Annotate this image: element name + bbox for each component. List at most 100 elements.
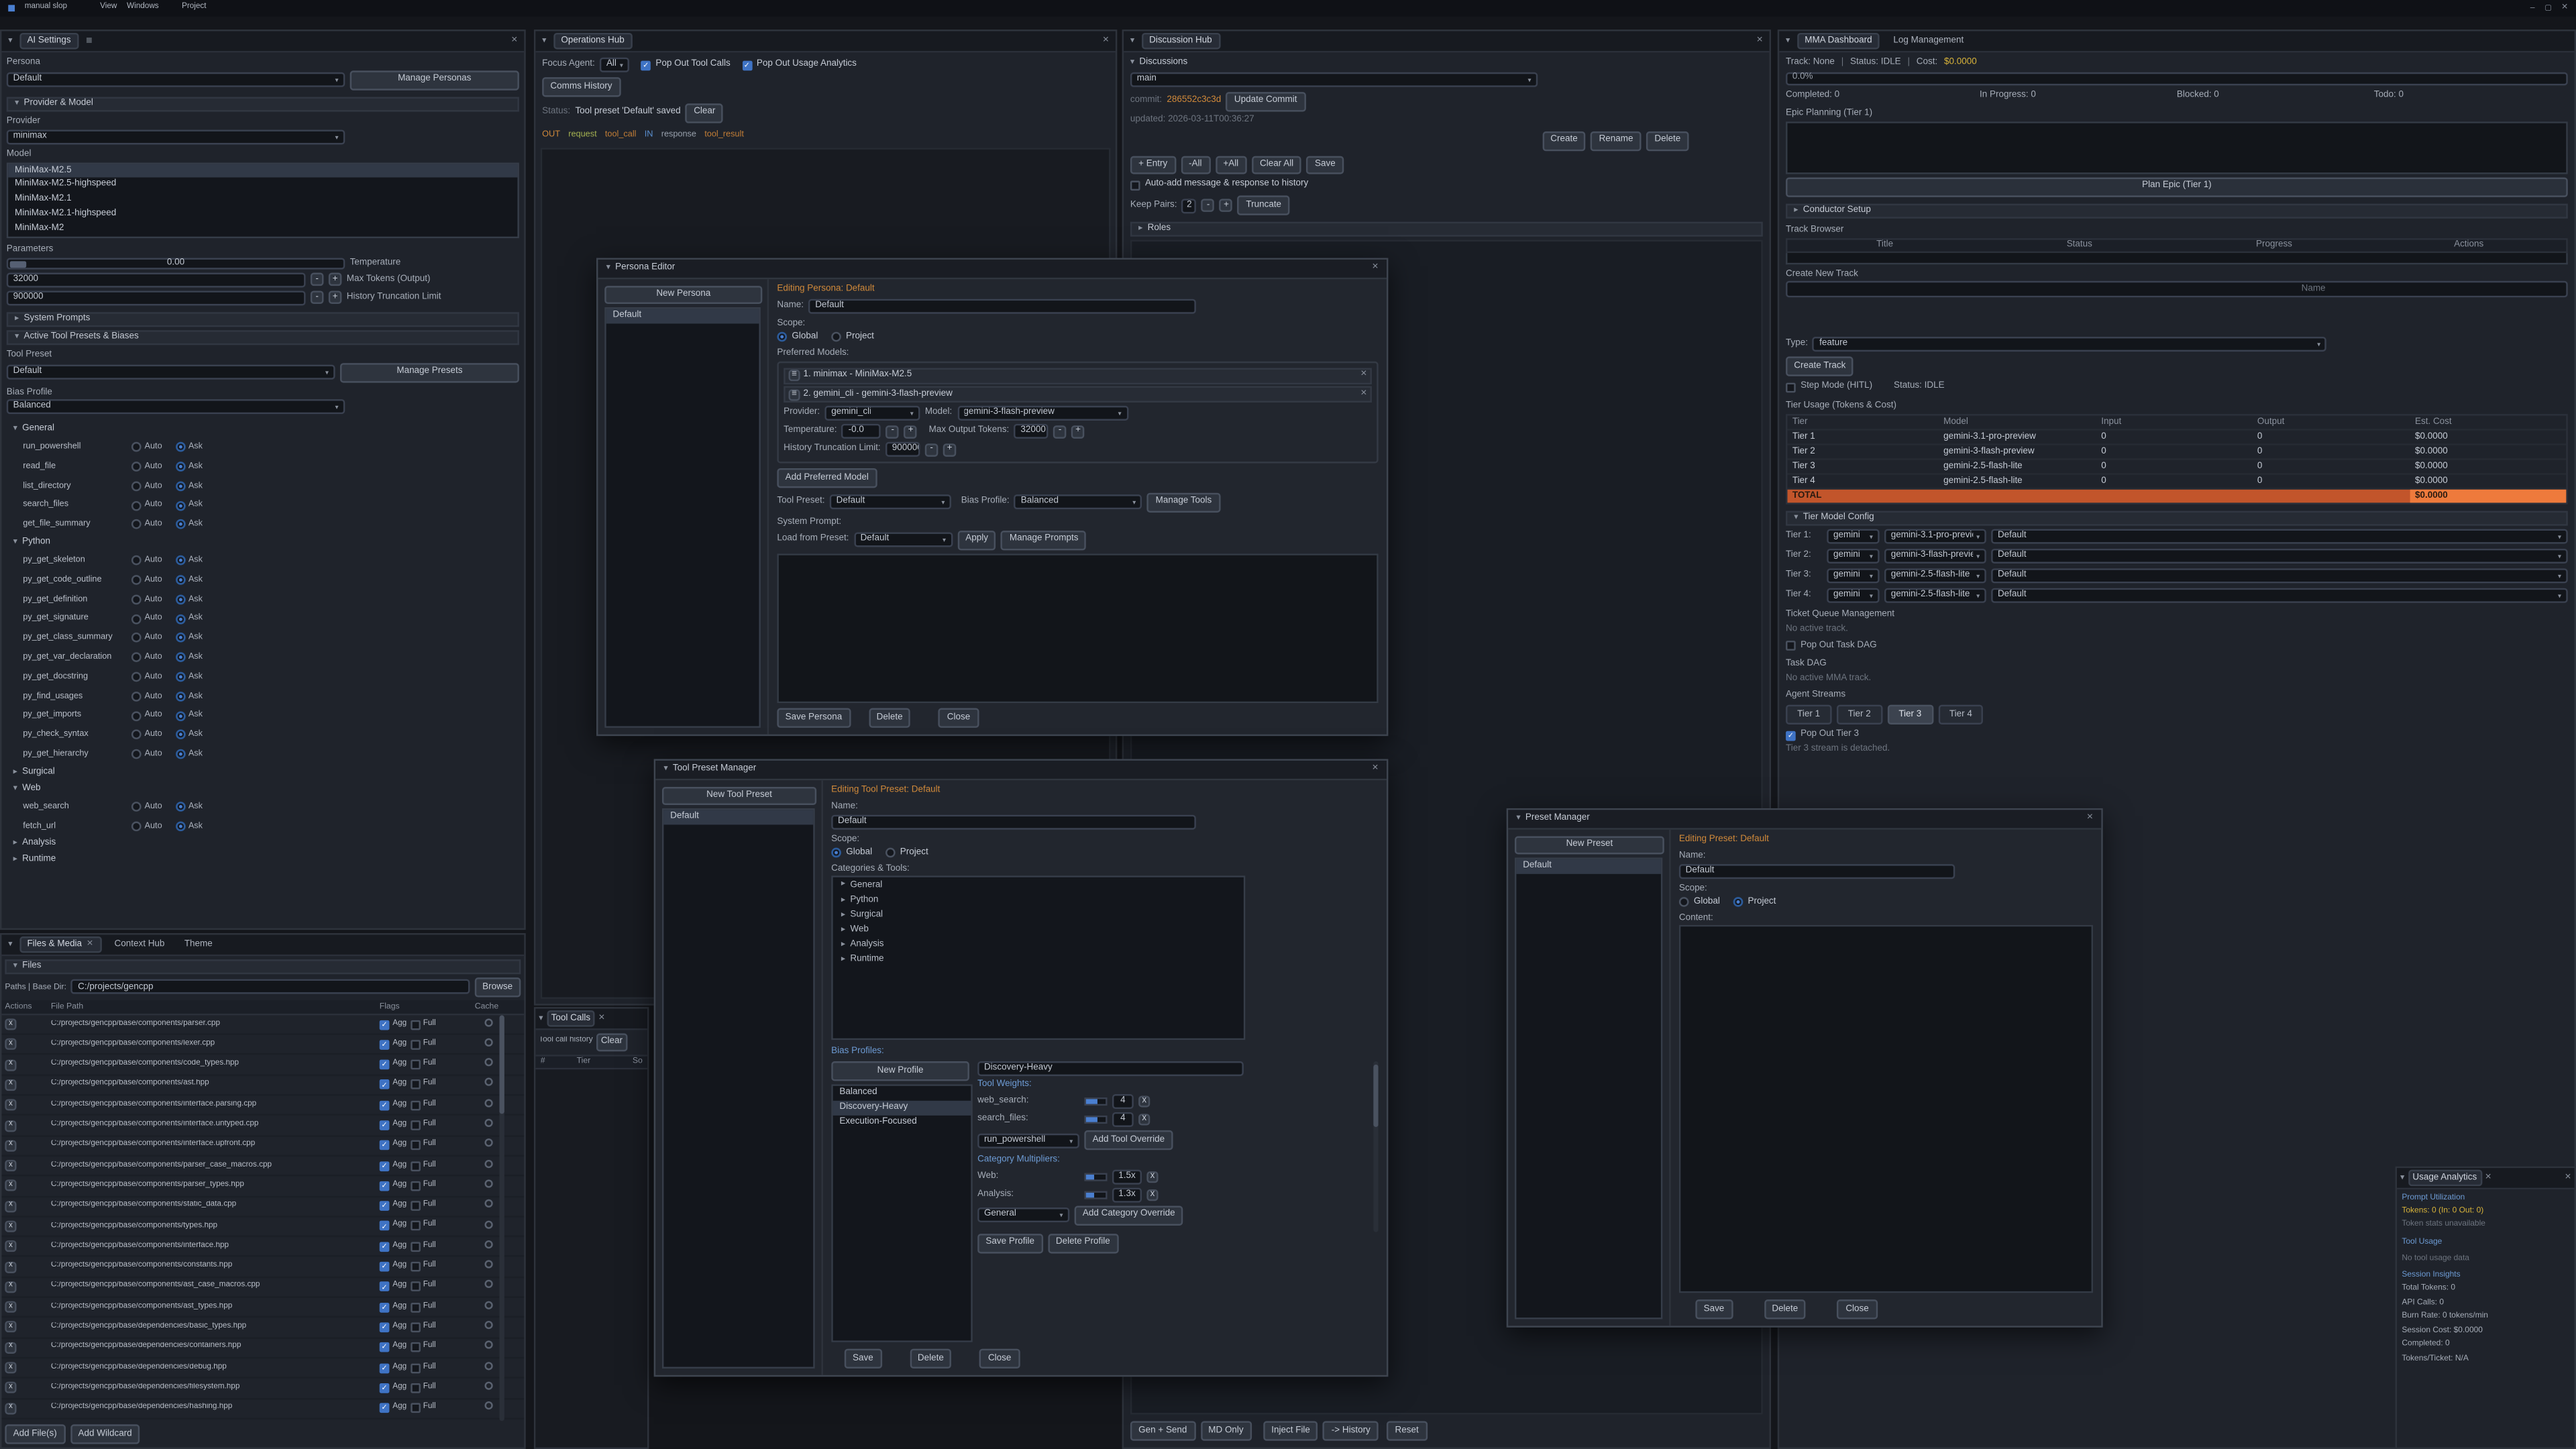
auto-radio[interactable]	[131, 614, 142, 624]
tab-close-icon[interactable]	[87, 939, 93, 950]
multiplier-value-input[interactable]: 1.3x	[1112, 1187, 1142, 1202]
browse-button[interactable]: Browse	[474, 977, 521, 997]
remove-file-button[interactable]: x	[5, 1382, 16, 1393]
tab-log-management[interactable]: Log Management	[1887, 34, 1970, 48]
agg-checkbox[interactable]	[380, 1363, 390, 1373]
system-prompts-section[interactable]: System Prompts	[7, 312, 519, 327]
scope-project-radio[interactable]	[885, 848, 896, 858]
clear-status-button[interactable]: Clear	[686, 103, 724, 123]
tab-ai-settings[interactable]: AI Settings	[19, 32, 79, 50]
history-truncation-input[interactable]: 900000	[885, 442, 920, 457]
keep-pairs-increment[interactable]: +	[1220, 199, 1233, 213]
remove-multiplier-button[interactable]: x	[1146, 1189, 1158, 1201]
add-entry-button[interactable]: + Entry	[1130, 155, 1176, 174]
agg-checkbox[interactable]	[380, 1302, 390, 1312]
remove-weight-button[interactable]: x	[1138, 1096, 1150, 1108]
auto-radio[interactable]	[131, 802, 142, 812]
remove-file-button[interactable]: x	[5, 1261, 16, 1273]
tier-model-select[interactable]: gemini-3-flash-preview	[1884, 549, 1986, 564]
category-runtime[interactable]: Runtime	[7, 852, 519, 868]
ask-radio[interactable]	[175, 633, 185, 643]
full-checkbox[interactable]	[410, 1201, 420, 1212]
pref-model-select[interactable]: gemini-3-flash-preview	[957, 406, 1128, 421]
window-close-icon[interactable]	[2087, 814, 2093, 824]
create-discussion-button[interactable]: Create	[1542, 131, 1586, 150]
tier-model-config-section[interactable]: Tier Model Config	[1786, 511, 2568, 526]
auto-radio[interactable]	[131, 730, 142, 740]
tree-category-row[interactable]: Surgical	[833, 908, 1244, 924]
agg-checkbox[interactable]	[380, 1020, 390, 1030]
category-analysis[interactable]: Analysis	[7, 836, 519, 852]
tab-theme[interactable]: Theme	[178, 937, 219, 952]
auto-radio[interactable]	[131, 575, 142, 585]
full-checkbox[interactable]	[410, 1060, 420, 1070]
caret-down-icon[interactable]	[2400, 1174, 2404, 1182]
tool-preset-item[interactable]: Default	[663, 810, 813, 824]
full-checkbox[interactable]	[410, 1100, 420, 1110]
new-tool-preset-button[interactable]: New Tool Preset	[662, 787, 816, 805]
epic-planning-textarea[interactable]	[1786, 121, 2568, 173]
persona-name-input[interactable]: Default	[808, 299, 1196, 313]
agg-checkbox[interactable]	[380, 1322, 390, 1332]
tree-category-row[interactable]: General	[833, 878, 1244, 894]
reorder-handle-icon[interactable]	[789, 388, 800, 400]
pop-out-tool-calls-checkbox[interactable]	[641, 60, 651, 70]
tree-category-row[interactable]: Web	[833, 923, 1244, 938]
provider-select[interactable]: minimax	[7, 129, 345, 144]
tier-preset-select[interactable]: Default	[1991, 568, 2568, 583]
weight-value-input[interactable]: 4	[1112, 1094, 1134, 1109]
truncate-button[interactable]: Truncate	[1238, 196, 1289, 215]
remove-file-button[interactable]: x	[5, 1018, 16, 1030]
remove-model-icon[interactable]	[1360, 370, 1366, 381]
tier-preset-select[interactable]: Default	[1991, 529, 2568, 544]
tool-override-select[interactable]: run_powershell	[977, 1133, 1079, 1148]
agg-checkbox[interactable]	[380, 1262, 390, 1272]
persona-editor-titlebar[interactable]: Persona Editor	[598, 260, 1387, 279]
full-checkbox[interactable]	[410, 1262, 420, 1272]
provider-model-section[interactable]: Provider & Model	[7, 97, 519, 111]
close-icon[interactable]	[2561, 3, 2567, 13]
preset-content-textarea[interactable]	[1679, 926, 2093, 1293]
system-prompt-textarea[interactable]	[777, 553, 1378, 703]
agg-checkbox[interactable]	[380, 1181, 390, 1191]
remove-file-button[interactable]: x	[5, 1322, 16, 1333]
md-only-button[interactable]: MD Only	[1200, 1421, 1252, 1441]
tool-preset-name-input[interactable]: Default	[831, 814, 1196, 829]
delete-preset-button[interactable]: Delete	[1764, 1299, 1806, 1319]
active-presets-section[interactable]: Active Tool Presets & Biases	[7, 330, 519, 345]
files-scrollbar[interactable]	[499, 1015, 504, 1421]
ask-radio[interactable]	[175, 555, 185, 566]
agg-checkbox[interactable]	[380, 1383, 390, 1393]
scope-global-radio[interactable]	[777, 332, 787, 342]
ask-radio[interactable]	[175, 520, 185, 530]
delete-persona-button[interactable]: Delete	[868, 708, 910, 728]
maximize-icon[interactable]	[2544, 4, 2551, 12]
tab-tool-calls[interactable]: Tool Calls	[546, 1010, 595, 1028]
tab-context-hub[interactable]: Context Hub	[108, 937, 171, 952]
remove-file-button[interactable]: x	[5, 1079, 16, 1091]
new-persona-button[interactable]: New Persona	[604, 286, 762, 304]
panel-close-icon[interactable]	[1756, 36, 1762, 46]
agg-checkbox[interactable]	[380, 1342, 390, 1352]
step-mode-checkbox[interactable]	[1786, 382, 1796, 392]
scope-project-radio[interactable]	[831, 332, 841, 342]
close-button[interactable]: Close	[980, 1349, 1020, 1368]
profile-item[interactable]: Execution-Focused	[833, 1116, 971, 1130]
ask-radio[interactable]	[175, 821, 185, 831]
remove-file-button[interactable]: x	[5, 1039, 16, 1051]
auto-radio[interactable]	[131, 462, 142, 472]
track-name-input[interactable]: Name	[1786, 282, 2568, 298]
ask-radio[interactable]	[175, 653, 185, 663]
agg-checkbox[interactable]	[380, 1222, 390, 1232]
history-increment[interactable]: +	[943, 443, 957, 456]
track-description-area[interactable]	[1786, 298, 2568, 337]
tier-preset-select[interactable]: Default	[1991, 588, 2568, 603]
new-profile-button[interactable]: New Profile	[831, 1062, 969, 1081]
reorder-handle-icon[interactable]	[789, 370, 800, 381]
weight-slider[interactable]	[1084, 1097, 1107, 1106]
collapse-all-button[interactable]: -All	[1181, 155, 1210, 174]
caret-down-icon[interactable]	[539, 1014, 543, 1022]
model-item[interactable]: MiniMax-M2.1-highspeed	[8, 207, 517, 222]
remove-model-icon[interactable]	[1360, 389, 1366, 400]
full-checkbox[interactable]	[410, 1242, 420, 1252]
